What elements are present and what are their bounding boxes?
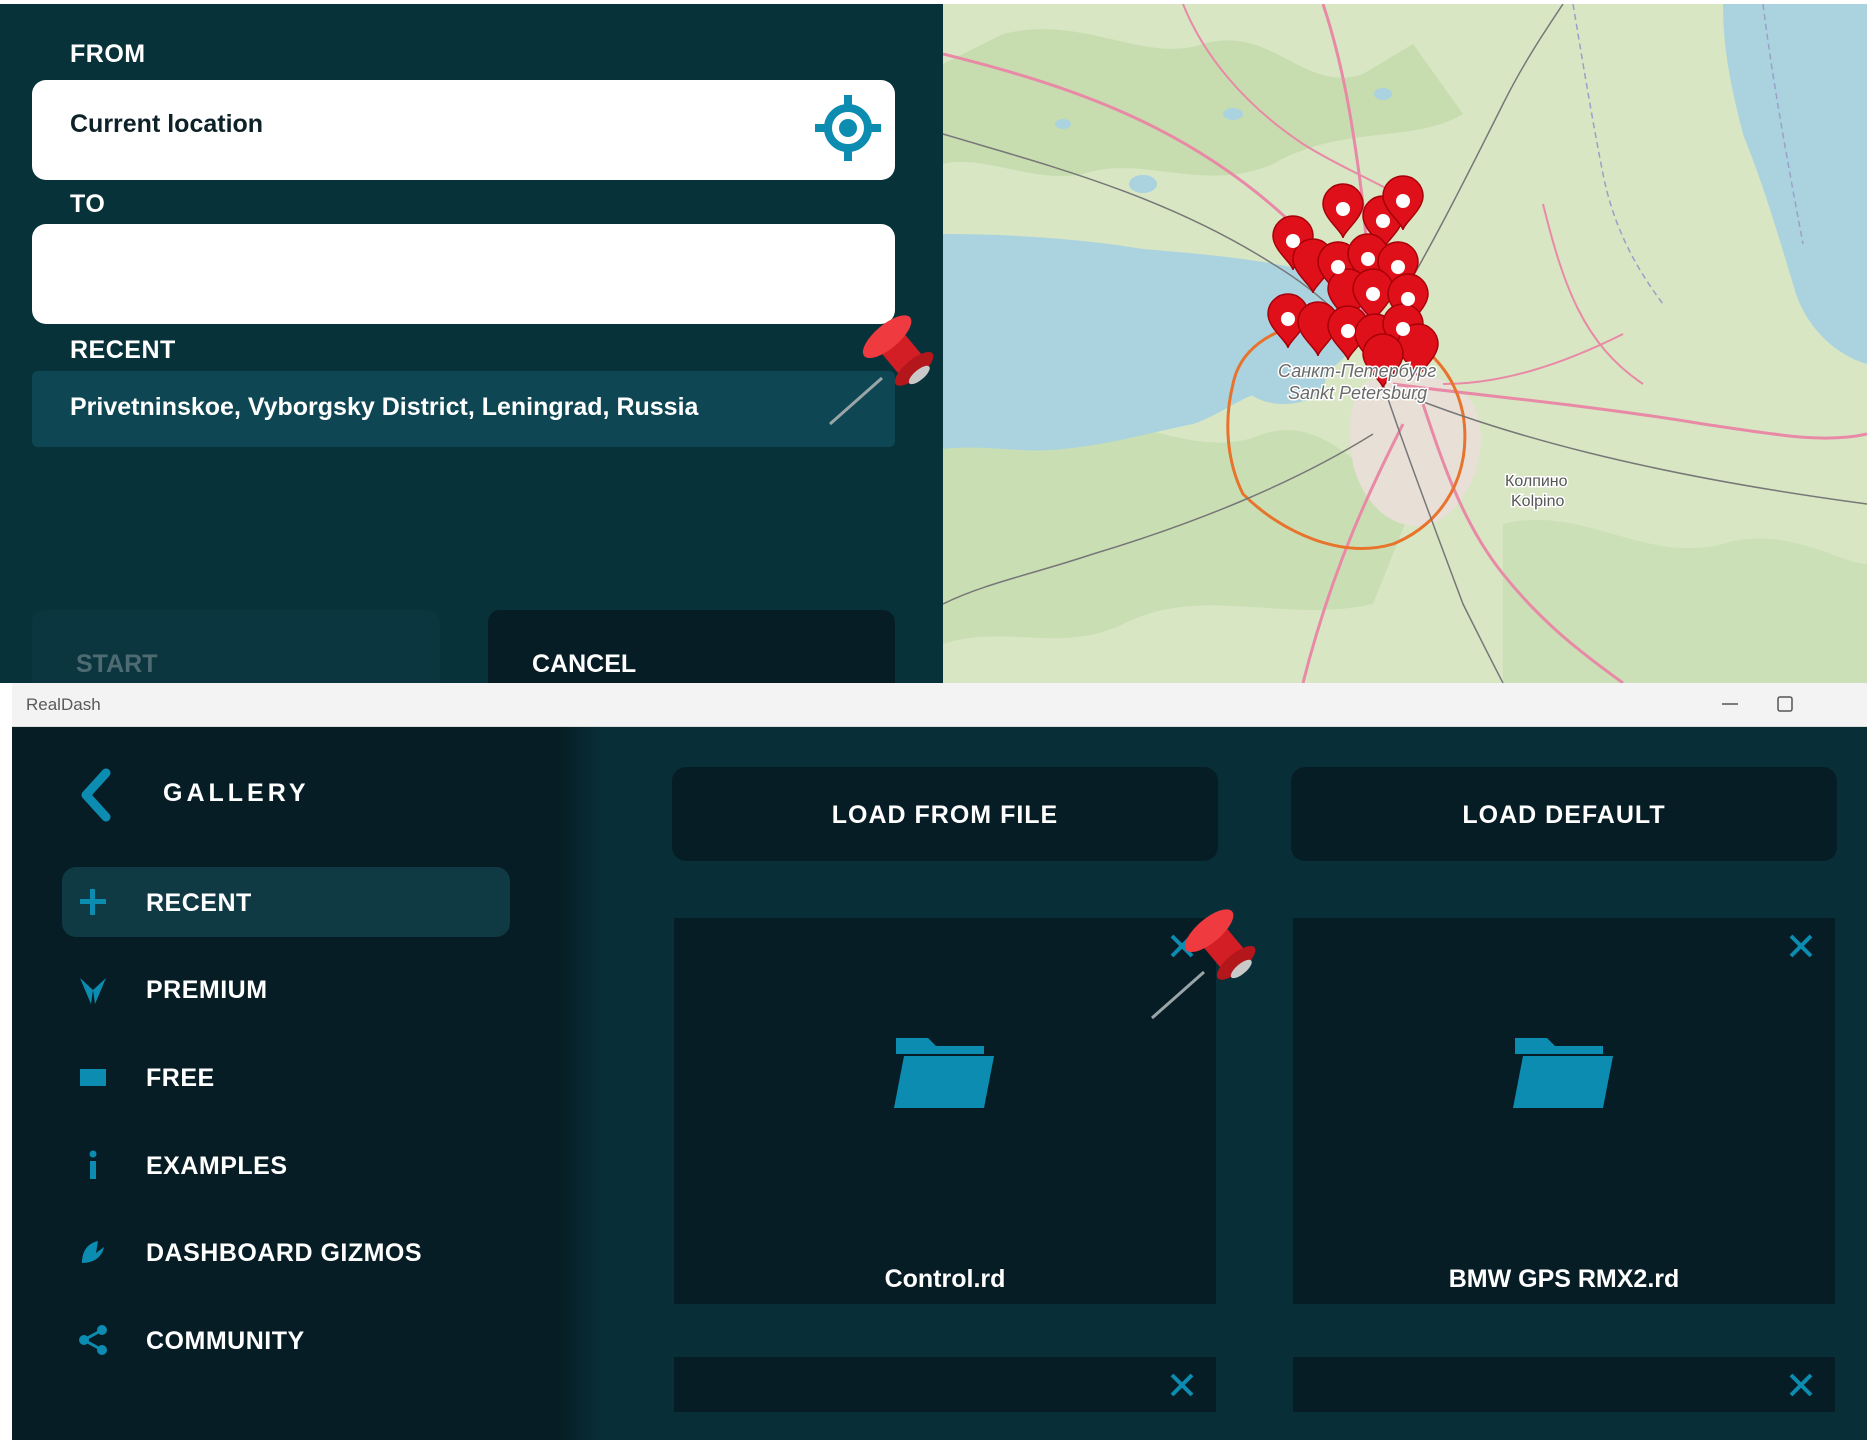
sidebar-item-label: RECENT [146, 889, 252, 917]
crosshair-target-icon[interactable] [815, 95, 881, 161]
cancel-button-label: CANCEL [532, 650, 637, 678]
folder-icon [1513, 1038, 1613, 1108]
sidebar-item-examples[interactable]: EXAMPLES [62, 1130, 510, 1200]
sidebar-item-free[interactable]: FREE [62, 1042, 510, 1112]
chevron-left-icon[interactable] [76, 767, 116, 823]
from-field-value: Current location [70, 110, 264, 138]
share-icon [79, 1325, 107, 1355]
sidebar-item-recent[interactable]: RECENT [62, 867, 510, 937]
window-title: RealDash [26, 695, 101, 714]
file-name: Control.rd [884, 1265, 1006, 1293]
premium-logo-icon [80, 978, 106, 1004]
file-name: BMW GPS RMX2.rd [1448, 1265, 1680, 1293]
map-view[interactable]: Санкт-Петербург Sankt Petersburg Колпино… [943, 4, 1867, 683]
sidebar-item-label: DASHBOARD GIZMOS [146, 1239, 423, 1267]
load-default-label: LOAD DEFAULT [1462, 801, 1666, 829]
sidebar-item-label: FREE [146, 1064, 215, 1092]
sidebar-item-dashboard-gizmos[interactable]: DASHBOARD GIZMOS [62, 1217, 510, 1287]
file-card[interactable] [674, 1357, 1216, 1412]
pushpin-icon [829, 315, 934, 426]
load-from-file-label: LOAD FROM FILE [831, 801, 1059, 829]
monitor-icon [80, 1069, 106, 1086]
start-button[interactable]: START [32, 610, 440, 683]
cancel-button[interactable]: CANCEL [488, 610, 895, 683]
load-from-file-button[interactable]: LOAD FROM FILE [672, 767, 1218, 861]
file-card[interactable]: BMW GPS RMX2.rd [1293, 918, 1835, 1304]
gallery-sidebar: GALLERY RECENT PREMIUM FREE EXAMPLES DAS… [12, 727, 560, 1440]
start-button-label: START [76, 650, 158, 678]
city-label-ru: Санкт-Петербург [1278, 361, 1436, 381]
sidebar-item-label: COMMUNITY [146, 1327, 305, 1355]
from-label: FROM [70, 40, 146, 68]
file-card[interactable]: Control.rd [674, 918, 1216, 1304]
folder-icon [894, 1038, 994, 1108]
sidebar-item-community[interactable]: COMMUNITY [62, 1305, 510, 1375]
minimize-icon[interactable] [1712, 689, 1748, 719]
realdash-window: RealDash GALLERY RECENT PREMIUM FREE EXA… [12, 683, 1867, 1440]
close-icon[interactable] [1787, 932, 1815, 960]
from-field[interactable]: Current location [32, 80, 895, 180]
recent-label: RECENT [70, 336, 176, 364]
recent-location-text: Privetninskoe, Vyborgsky District, Lenin… [70, 393, 699, 421]
town-label-ru: Колпино [1505, 473, 1568, 490]
gauge-icon [82, 1241, 104, 1263]
to-field[interactable] [32, 224, 895, 324]
map-canvas: Санкт-Петербург Sankt Petersburg Колпино… [943, 4, 1867, 683]
maximize-icon[interactable] [1767, 689, 1803, 719]
gallery-content: LOAD FROM FILE LOAD DEFAULT Control.rd B… [560, 727, 1867, 1440]
recent-location-item[interactable]: Privetninskoe, Vyborgsky District, Lenin… [32, 371, 895, 447]
close-icon[interactable] [1787, 1371, 1815, 1399]
sidebar-item-label: PREMIUM [146, 976, 268, 1004]
town-label-en: Kolpino [1511, 493, 1564, 510]
load-default-button[interactable]: LOAD DEFAULT [1291, 767, 1837, 861]
gallery-title: GALLERY [163, 779, 310, 807]
to-label: TO [70, 190, 106, 218]
navigation-panel: FROM Current location TO RECENT Privetni… [0, 4, 943, 683]
sidebar-item-premium[interactable]: PREMIUM [62, 954, 510, 1024]
info-icon [89, 1150, 97, 1179]
close-icon[interactable] [1168, 1371, 1196, 1399]
plus-icon [80, 889, 106, 915]
sidebar-item-label: EXAMPLES [146, 1152, 288, 1180]
pushpin-icon [1151, 909, 1256, 1020]
file-card[interactable] [1293, 1357, 1835, 1412]
city-label-en: Sankt Petersburg [1288, 383, 1427, 403]
title-bar: RealDash [12, 683, 1867, 727]
